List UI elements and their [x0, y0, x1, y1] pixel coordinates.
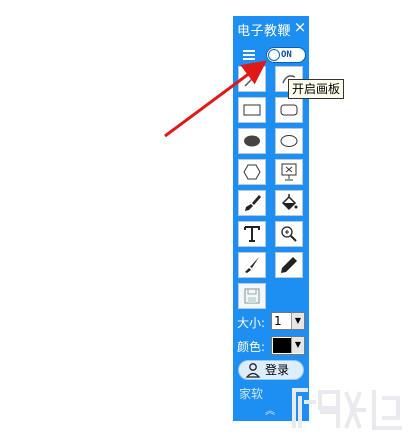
color-label: 颜色:	[237, 340, 266, 354]
filled-ellipse-tool-icon	[244, 135, 260, 147]
brush-tool-button[interactable]	[238, 190, 266, 216]
login-label: 登录	[265, 363, 290, 377]
collapse-up-icon[interactable]: ︽	[265, 402, 275, 417]
red-arrow-annotation	[164, 60, 267, 138]
fill-bucket-tool-icon	[281, 194, 298, 211]
save-tool-button[interactable]	[238, 283, 266, 309]
ellipse-tool-button[interactable]	[275, 128, 303, 154]
screen-clear-tool-button[interactable]	[275, 159, 303, 185]
color-dropdown[interactable]: ▼	[271, 336, 305, 355]
pencil-tool-button[interactable]	[275, 252, 303, 278]
toggle-knob	[268, 49, 280, 61]
paintbrush-tool-icon	[245, 257, 259, 273]
rounded-rectangle-tool-button[interactable]	[275, 97, 303, 123]
paintbrush-tool-button[interactable]	[238, 252, 266, 278]
menu-icon[interactable]	[241, 48, 257, 62]
fill-bucket-tool-button[interactable]	[275, 190, 303, 216]
hexagon-tool-icon	[243, 164, 261, 180]
zoom-tool-button[interactable]	[275, 221, 303, 247]
chevron-down-icon: ▼	[291, 337, 304, 353]
rectangle-tool-button[interactable]	[238, 97, 266, 123]
filled-ellipse-tool-button[interactable]	[238, 128, 266, 154]
text-tool-button[interactable]	[238, 221, 266, 247]
close-button[interactable]: ×	[293, 18, 307, 36]
ellipse-tool-icon	[280, 135, 298, 147]
size-label: 大小:	[237, 316, 266, 330]
window-title: 电子教鞭	[237, 24, 292, 39]
line-tool-icon	[244, 71, 260, 87]
toggle-label: ON	[281, 50, 292, 60]
board-toggle[interactable]: ON	[266, 47, 306, 63]
hexagon-tool-button[interactable]	[238, 159, 266, 185]
color-swatch	[273, 338, 291, 353]
electronic-pointer-panel: 电子教鞭 × ON 大小: 1 ▼ 颜色: ▼ 登录 家软 ︽	[233, 16, 309, 421]
footer-text: 家软	[239, 387, 264, 401]
tooltip: 开启画板	[288, 79, 345, 99]
watermark-logo	[292, 388, 402, 430]
text-tool-icon	[244, 226, 260, 242]
chevron-down-icon: ▼	[291, 313, 304, 329]
user-icon	[245, 363, 261, 378]
size-dropdown[interactable]: 1 ▼	[271, 312, 305, 330]
size-value: 1	[274, 314, 282, 328]
title-bar: 电子教鞭 ×	[233, 16, 309, 42]
brush-tool-icon	[245, 195, 261, 211]
rounded-rectangle-tool-icon	[280, 104, 298, 116]
login-button[interactable]: 登录	[238, 360, 304, 380]
line-tool-button[interactable]	[238, 66, 266, 92]
save-tool-icon	[244, 288, 260, 304]
pencil-tool-icon	[281, 257, 297, 273]
rectangle-tool-icon	[243, 104, 261, 116]
zoom-tool-icon	[281, 226, 297, 242]
screen-clear-tool-icon	[281, 163, 297, 181]
